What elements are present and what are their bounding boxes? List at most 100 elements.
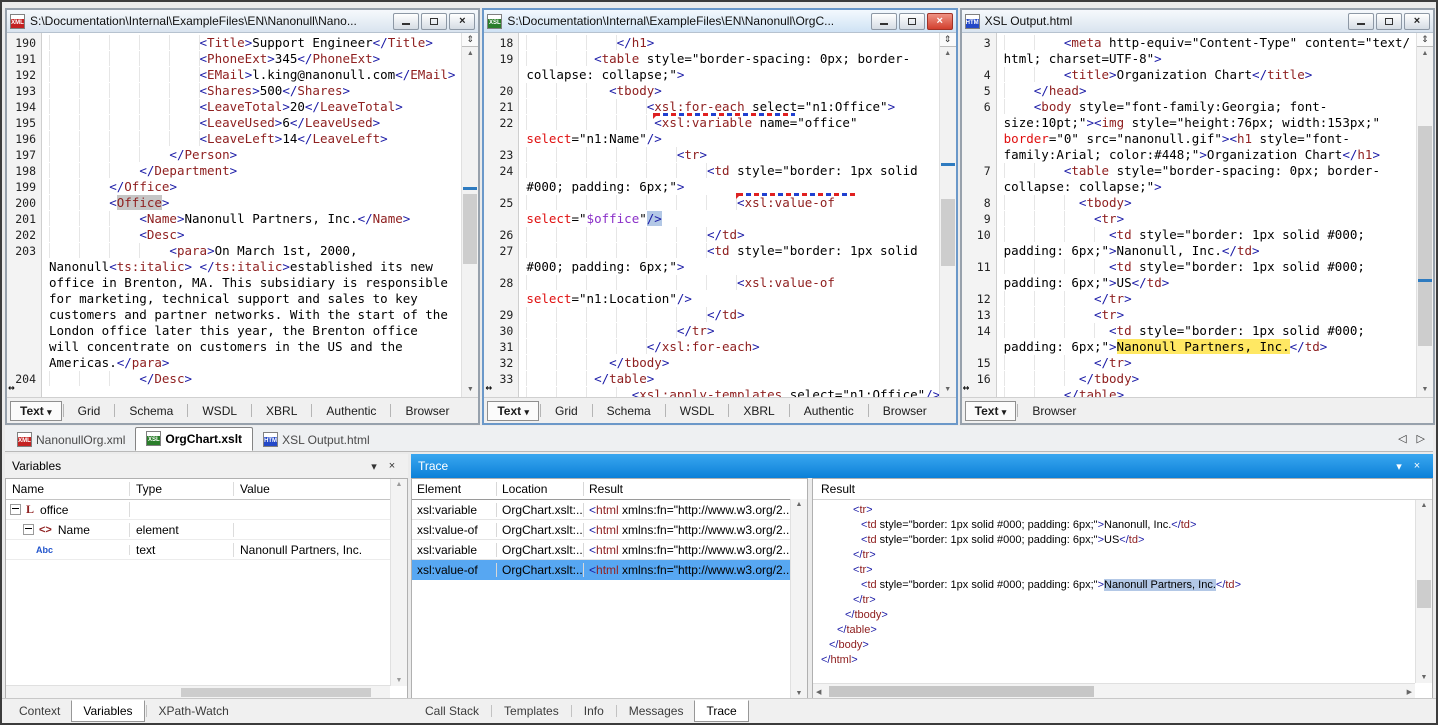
- code-line[interactable]: will concentrate on customers in the US …: [7, 339, 461, 355]
- scroll-thumb[interactable]: [1418, 126, 1432, 346]
- code-line[interactable]: 204 </Desc>: [7, 371, 461, 387]
- scroll-down-button[interactable]: ▼: [1417, 383, 1433, 397]
- close-button[interactable]: ×: [927, 13, 953, 30]
- result-line[interactable]: </tr>: [813, 549, 1415, 564]
- code-line[interactable]: select="$office"/>: [484, 211, 938, 227]
- panel-tab-templates[interactable]: Templates: [493, 701, 570, 721]
- file-tab-xsl-output-html[interactable]: HTMXSL Output.html: [253, 429, 380, 451]
- pane-title-bar[interactable]: XML S:\Documentation\Internal\ExampleFil…: [7, 10, 478, 33]
- scroll-thumb[interactable]: [941, 199, 955, 266]
- code-line[interactable]: padding: 6px;">Nanonull Partners, Inc.</…: [962, 339, 1416, 355]
- scroll-thumb[interactable]: [829, 686, 1094, 697]
- horizontal-split-handle-icon[interactable]: ↔: [8, 380, 15, 396]
- horizontal-split-handle-icon[interactable]: ↔: [963, 380, 970, 396]
- horizontal-scrollbar[interactable]: [6, 685, 390, 699]
- minimize-button[interactable]: [1348, 13, 1374, 30]
- code-line[interactable]: 193 <Shares>500</Shares>: [7, 83, 461, 99]
- code-line[interactable]: 6 <body style="font-family:Georgia; font…: [962, 99, 1416, 115]
- split-handle-icon[interactable]: ⇕: [940, 33, 956, 47]
- code-line[interactable]: 28 <xsl:value-of: [484, 275, 938, 291]
- view-tab-authentic[interactable]: Authentic: [791, 402, 867, 420]
- result-line[interactable]: <tr>: [813, 564, 1415, 579]
- view-tab-grid[interactable]: Grid: [542, 402, 591, 420]
- result-line[interactable]: </tbody>: [813, 609, 1415, 624]
- code-line[interactable]: 26 </td>: [484, 227, 938, 243]
- vertical-scrollbar[interactable]: ⇕ ▲ ▼: [939, 33, 956, 397]
- code-line[interactable]: 190 <Title>Support Engineer</Title>: [7, 35, 461, 51]
- vertical-scrollbar[interactable]: ▲ ▼: [790, 499, 807, 699]
- code-line[interactable]: 20 <tbody>: [484, 83, 938, 99]
- horizontal-scrollbar[interactable]: ◀ ▶: [813, 683, 1415, 699]
- code-line[interactable]: 3 <meta http-equiv="Content-Type" conten…: [962, 35, 1416, 51]
- code-line[interactable]: 31 </xsl:for-each>: [484, 339, 938, 355]
- code-line[interactable]: 29 </td>: [484, 307, 938, 323]
- code-line[interactable]: office in Brenton, MA. This subsidiary i…: [7, 275, 461, 291]
- trace-row[interactable]: xsl:value-ofOrgChart.xslt:...<html xmlns…: [412, 520, 807, 540]
- result-line[interactable]: </table>: [813, 624, 1415, 639]
- scroll-up-button[interactable]: ▲: [940, 47, 956, 61]
- scroll-right-icon[interactable]: ▶: [1407, 688, 1412, 696]
- vertical-scrollbar[interactable]: ⇕ ▲ ▼: [1416, 33, 1433, 397]
- panel-tab-trace[interactable]: Trace: [694, 700, 748, 722]
- scroll-up-button[interactable]: ▲: [1417, 47, 1433, 61]
- panel-tab-call-stack[interactable]: Call Stack: [414, 701, 490, 721]
- view-tab-xbrl[interactable]: XBRL: [253, 402, 310, 420]
- code-line[interactable]: 5 </head>: [962, 83, 1416, 99]
- scroll-thumb[interactable]: [1417, 580, 1431, 608]
- code-line[interactable]: 15 </tr>: [962, 355, 1416, 371]
- pane-title-bar[interactable]: XSL S:\Documentation\Internal\ExampleFil…: [484, 10, 955, 33]
- scroll-left-icon[interactable]: ◀: [816, 688, 821, 696]
- collapse-toggle-icon[interactable]: [10, 504, 21, 515]
- code-line[interactable]: 192 <EMail>l.king@nanonull.com</EMail>: [7, 67, 461, 83]
- code-line[interactable]: for marketing, technical support and sal…: [7, 291, 461, 307]
- column-header[interactable]: Type: [130, 482, 234, 496]
- code-line[interactable]: collapse: collapse;">: [962, 179, 1416, 195]
- code-line[interactable]: 202 <Desc>: [7, 227, 461, 243]
- view-tab-text[interactable]: Text ▾: [965, 401, 1017, 421]
- column-header[interactable]: Result: [584, 482, 807, 496]
- code-editor[interactable]: 18 </h1>19 <table style="border-spacing:…: [484, 33, 955, 397]
- result-line[interactable]: <td style="border: 1px solid #000; paddi…: [813, 579, 1415, 594]
- trace-row[interactable]: xsl:variableOrgChart.xslt:...<html xmlns…: [412, 540, 807, 560]
- scroll-up-button[interactable]: ▲: [462, 47, 478, 61]
- trace-row[interactable]: xsl:variableOrgChart.xslt:...<html xmlns…: [412, 500, 807, 520]
- code-line[interactable]: 14 <td style="border: 1px solid #000;: [962, 323, 1416, 339]
- vertical-scrollbar[interactable]: ▲ ▼: [1415, 500, 1432, 683]
- view-tab-schema[interactable]: Schema: [116, 402, 186, 420]
- column-header[interactable]: Element: [412, 482, 497, 496]
- code-line[interactable]: 198 </Department>: [7, 163, 461, 179]
- code-line[interactable]: 191 <PhoneExt>345</PhoneExt>: [7, 51, 461, 67]
- code-line[interactable]: #000; padding: 6px;">: [484, 259, 938, 275]
- code-line[interactable]: 196 <LeaveLeft>14</LeaveLeft>: [7, 131, 461, 147]
- code-line[interactable]: London office later this year, the Brent…: [7, 323, 461, 339]
- code-line[interactable]: 13 <tr>: [962, 307, 1416, 323]
- code-line[interactable]: 30 </tr>: [484, 323, 938, 339]
- code-line[interactable]: 195 <LeaveUsed>6</LeaveUsed>: [7, 115, 461, 131]
- code-line[interactable]: Nanonull<ts:italic> </ts:italic>establis…: [7, 259, 461, 275]
- code-editor[interactable]: 3 <meta http-equiv="Content-Type" conten…: [962, 33, 1433, 397]
- restore-button[interactable]: [421, 13, 447, 30]
- view-tab-text[interactable]: Text ▾: [10, 401, 62, 421]
- code-line[interactable]: 33 </table>: [484, 371, 938, 387]
- variable-row[interactable]: <>Nameelement: [6, 520, 407, 540]
- code-line[interactable]: <xsl:apply-templates select="n1:Office"/…: [484, 387, 938, 397]
- code-line[interactable]: padding: 6px;">US</td>: [962, 275, 1416, 291]
- view-tab-text[interactable]: Text ▾: [487, 401, 539, 421]
- column-header[interactable]: Location: [497, 482, 584, 496]
- scroll-down-button[interactable]: ▼: [462, 383, 478, 397]
- code-line[interactable]: 199 </Office>: [7, 179, 461, 195]
- file-tab-orgchart-xslt[interactable]: XSLOrgChart.xslt: [135, 427, 253, 451]
- code-line[interactable]: </table>: [962, 387, 1416, 397]
- code-line[interactable]: 200 <Office>: [7, 195, 461, 211]
- panel-tab-info[interactable]: Info: [573, 701, 615, 721]
- code-line[interactable]: select="n1:Name"/>: [484, 131, 938, 147]
- panel-close-icon[interactable]: ×: [1408, 460, 1426, 472]
- panel-menu-icon[interactable]: ▾: [365, 460, 383, 473]
- code-line[interactable]: size:10pt;"><img style="height:76px; wid…: [962, 115, 1416, 131]
- minimize-button[interactable]: [871, 13, 897, 30]
- code-line[interactable]: 194 <LeaveTotal>20</LeaveTotal>: [7, 99, 461, 115]
- code-line[interactable]: 7 <table style="border-spacing: 0px; bor…: [962, 163, 1416, 179]
- code-line[interactable]: select="n1:Location"/>: [484, 291, 938, 307]
- trace-row[interactable]: xsl:value-ofOrgChart.xslt:...<html xmlns…: [412, 560, 807, 580]
- code-editor[interactable]: 190 <Title>Support Engineer</Title>191 <…: [7, 33, 478, 397]
